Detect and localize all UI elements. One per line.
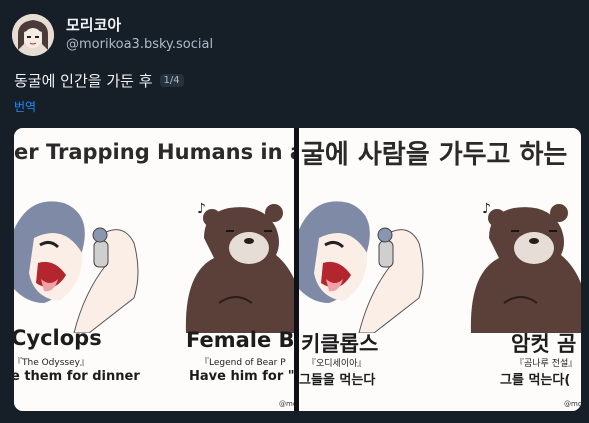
left-caption-name-ko: 키클롭스 bbox=[301, 332, 379, 356]
english-panel: ter Trapping Humans in a Ca ♪ bbox=[14, 128, 296, 411]
korean-panel: 굴에 사람을 가두고 하는 ♪ 키클롭스 『오디세이아』 그들을 먹는다 암컷 … bbox=[299, 128, 581, 411]
post-text: 동굴에 인간을 가둔 후 bbox=[14, 72, 153, 90]
right-caption-name: Female B bbox=[186, 328, 295, 352]
image-counter-badge: 1/4 bbox=[159, 74, 184, 87]
left-caption-line: e them for dinner bbox=[14, 369, 140, 384]
left-caption-source: 『The Odyssey』 bbox=[14, 358, 89, 368]
korean-headline: 굴에 사람을 가두고 하는 bbox=[301, 140, 568, 170]
post-header: 모리코아 @morikoa3.bsky.social bbox=[12, 14, 213, 56]
right-caption-name-ko: 암컷 곰 bbox=[511, 332, 577, 356]
translate-link[interactable]: 번역 bbox=[14, 98, 36, 115]
display-name[interactable]: 모리코아 bbox=[66, 16, 213, 35]
credit-text-ko: @mo bbox=[564, 400, 581, 408]
cyclops-and-bear-illustration-ko: ♪ bbox=[299, 201, 581, 333]
author-block: 모리코아 @morikoa3.bsky.social bbox=[66, 16, 213, 54]
cyclops-and-bear-illustration: ♪ bbox=[14, 201, 296, 333]
left-caption-line-ko: 그들을 먹는다 bbox=[299, 373, 376, 388]
post-image[interactable]: ter Trapping Humans in a Ca ♪ bbox=[14, 128, 581, 411]
right-caption-source: 『Legend of Bear P bbox=[200, 358, 286, 368]
avatar[interactable] bbox=[12, 14, 54, 56]
left-caption-name: Cyclops bbox=[14, 326, 102, 350]
right-caption-line-ko: 그를 먹는다( bbox=[500, 373, 571, 388]
music-note-icon-ko: ♪ bbox=[482, 201, 491, 217]
post-text-row: 동굴에 인간을 가둔 후 1/4 bbox=[14, 70, 184, 91]
right-caption-source-ko: 『곰나루 전설』 bbox=[515, 359, 578, 369]
avatar-image bbox=[12, 14, 54, 56]
english-headline: ter Trapping Humans in a Ca bbox=[14, 140, 296, 164]
music-note-icon: ♪ bbox=[197, 201, 206, 217]
left-caption-source-ko: 『오디세이아』 bbox=[307, 359, 367, 369]
right-caption-line: Have him for "din bbox=[189, 369, 296, 384]
user-handle[interactable]: @morikoa3.bsky.social bbox=[66, 36, 213, 54]
